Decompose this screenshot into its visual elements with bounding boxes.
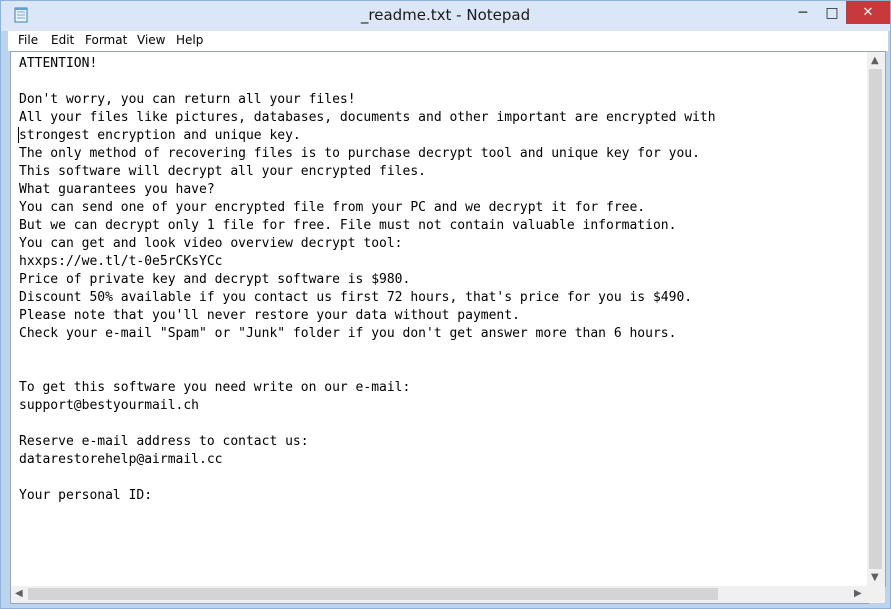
minimize-button[interactable]: ─: [788, 1, 818, 24]
vertical-scrollbar[interactable]: ▲ ▼: [867, 51, 886, 587]
menu-file[interactable]: File: [18, 33, 38, 47]
text-caret: [18, 127, 19, 143]
scroll-right-icon[interactable]: ▶: [854, 588, 862, 599]
title-bar[interactable]: _readme.txt - Notepad ─ □ ✕: [1, 1, 890, 31]
scroll-up-icon[interactable]: ▲: [871, 55, 879, 66]
menu-help[interactable]: Help: [176, 33, 203, 47]
menu-format[interactable]: Format: [85, 33, 127, 47]
close-button[interactable]: ✕: [846, 1, 890, 24]
menu-view[interactable]: View: [137, 33, 165, 47]
horizontal-scrollbar[interactable]: ◀ ▶: [10, 586, 869, 604]
menu-bar: File Edit Format View Help: [8, 31, 888, 51]
document-text[interactable]: ATTENTION! Don't worry, you can return a…: [19, 55, 716, 505]
size-grip[interactable]: [867, 586, 885, 603]
window-title: _readme.txt - Notepad: [360, 6, 531, 24]
menu-edit[interactable]: Edit: [51, 33, 74, 47]
scroll-down-icon[interactable]: ▼: [871, 572, 879, 583]
vertical-scroll-thumb[interactable]: [869, 69, 882, 569]
scroll-left-icon[interactable]: ◀: [15, 588, 23, 599]
notepad-window: _readme.txt - Notepad ─ □ ✕ File Edit Fo…: [0, 0, 891, 609]
text-editor[interactable]: ATTENTION! Don't worry, you can return a…: [10, 51, 869, 588]
maximize-button[interactable]: □: [818, 1, 846, 24]
horizontal-scroll-thumb[interactable]: [28, 588, 718, 600]
